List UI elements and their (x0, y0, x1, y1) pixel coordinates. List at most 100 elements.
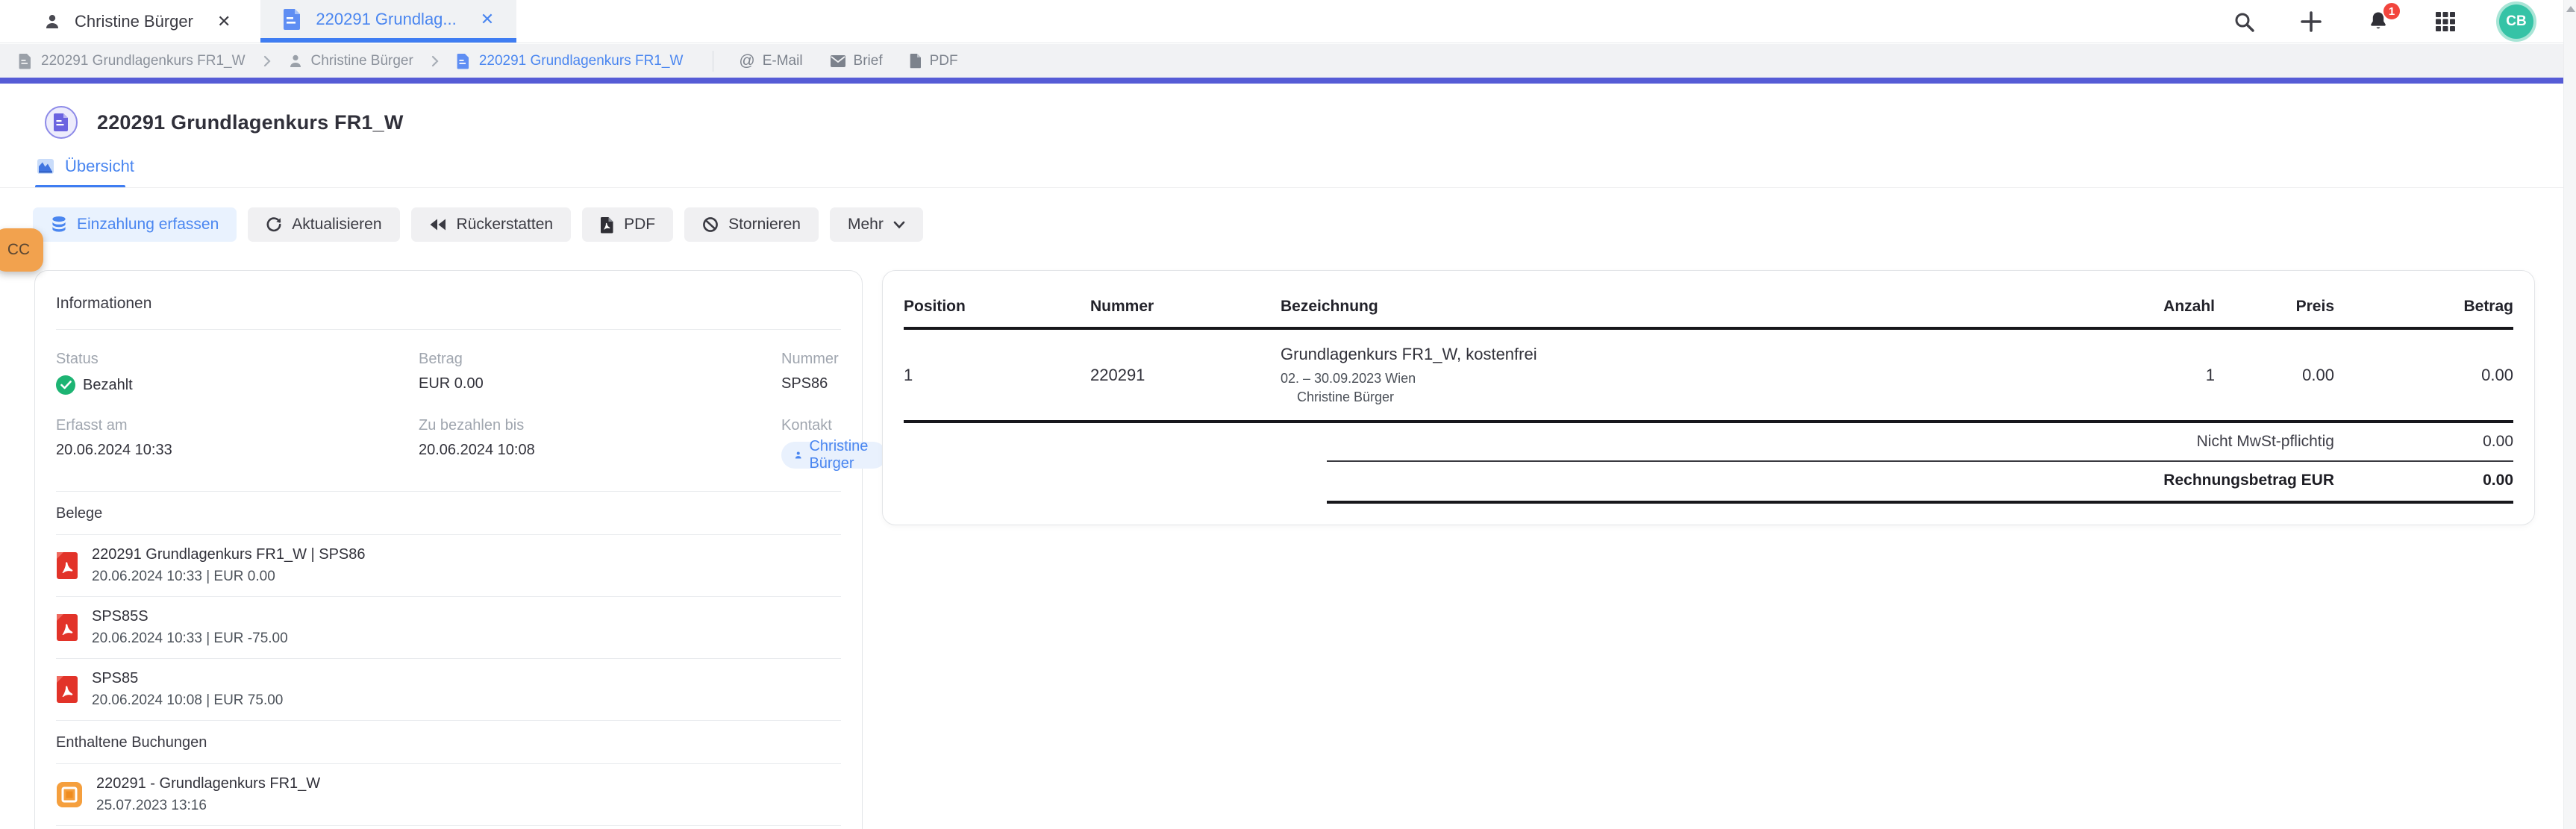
invoice-summary: Nicht MwSt-pflichtig 0.00 Rechnungsbetra… (1327, 423, 2513, 504)
user-avatar[interactable]: CB (2499, 4, 2533, 39)
beleg-item[interactable]: SPS85S 20.06.2024 10:33 | EUR -75.00 (56, 597, 841, 659)
pdf-file-icon (56, 551, 78, 580)
bezeichnung-participant: Christine Bürger (1281, 390, 2081, 405)
field-zu-bezahlen-bis: Zu bezahlen bis 20.06.2024 10:08 (419, 417, 781, 469)
document-icon (457, 53, 470, 69)
header-nummer: Nummer (1090, 286, 1281, 328)
email-action[interactable]: @ E-Mail (739, 52, 802, 70)
email-action-label: E-Mail (763, 53, 803, 69)
divider (56, 491, 841, 492)
kontakt-chip-label: Christine Bürger (809, 438, 872, 472)
summary-row-total: Rechnungsbetrag EUR 0.00 (1327, 462, 2513, 499)
mehr-button[interactable]: Mehr (830, 207, 923, 242)
pdf-action-label: PDF (930, 53, 958, 69)
beleg-title: 220291 Grundlagenkurs FR1_W | SPS86 (92, 546, 366, 563)
tab-uebersicht[interactable]: Übersicht (37, 157, 134, 176)
field-label: Betrag (419, 351, 781, 368)
search-icon[interactable] (2230, 8, 2257, 35)
field-label: Status (56, 351, 419, 368)
breadcrumb-label: 220291 Grundlagenkurs FR1_W (479, 53, 684, 69)
divider (56, 329, 841, 330)
view-tab-bar: Übersicht (0, 157, 2563, 188)
scroll-up-arrow-icon[interactable] (2566, 6, 2575, 12)
pdf-icon (910, 53, 922, 69)
summary-row-tax: Nicht MwSt-pflichtig 0.00 (1327, 423, 2513, 460)
beleg-title: SPS85S (92, 608, 288, 625)
field-nummer: Nummer SPS86 (781, 351, 887, 395)
app-window: Christine Bürger ✕ 220291 Grundlag... ✕ … (0, 0, 2576, 829)
cell-preis: 0.00 (2215, 328, 2334, 422)
window-tab-course[interactable]: 220291 Grundlag... ✕ (260, 0, 516, 43)
topbar-actions: 1 CB (2230, 0, 2533, 43)
document-icon (283, 8, 302, 31)
breadcrumb-item-course[interactable]: 220291 Grundlagenkurs FR1_W (19, 53, 246, 69)
field-label: Kontakt (781, 417, 887, 434)
header-preis: Preis (2215, 286, 2334, 328)
header-betrag: Betrag (2334, 286, 2513, 328)
button-label: Einzahlung erfassen (77, 216, 219, 234)
field-label: Nummer (781, 351, 887, 368)
cell-betrag: 0.00 (2334, 328, 2513, 422)
refresh-icon (266, 216, 282, 233)
informationen-card: Informationen Status Bezahlt Betrag (34, 270, 863, 829)
coins-icon (51, 216, 67, 234)
apps-grid-icon[interactable] (2432, 8, 2459, 35)
page-header: 220291 Grundlagenkurs FR1_W (45, 106, 2563, 139)
einzahlung-erfassen-button[interactable]: Einzahlung erfassen (33, 207, 237, 242)
beleg-item[interactable]: 220291 Grundlagenkurs FR1_W | SPS86 20.0… (56, 535, 841, 597)
invoice-table-card: Position Nummer Bezeichnung Anzahl Preis… (882, 270, 2535, 525)
person-icon (795, 448, 801, 462)
cell-bezeichnung: Grundlagenkurs FR1_W, kostenfrei 02. – 3… (1281, 328, 2081, 422)
button-label: Aktualisieren (292, 216, 381, 234)
kontakt-chip[interactable]: Christine Bürger (781, 442, 887, 469)
tab-label: Übersicht (65, 157, 134, 176)
stornieren-button[interactable]: Stornieren (684, 207, 819, 242)
cell-position: 1 (904, 328, 1090, 422)
beleg-subtitle: 20.06.2024 10:08 | EUR 75.00 (92, 692, 283, 709)
invoice-table: Position Nummer Bezeichnung Anzahl Preis… (904, 286, 2513, 423)
pdf-button[interactable]: PDF (582, 207, 673, 242)
main-content: 220291 Grundlagenkurs FR1_W Übersicht Ei… (0, 84, 2563, 829)
window-tab-label: Christine Bürger (75, 12, 193, 31)
person-icon (43, 13, 61, 31)
card-title: Informationen (56, 295, 841, 313)
buchung-title: 220291 - Grundlagenkurs FR1_W (96, 775, 320, 792)
header-anzahl: Anzahl (2081, 286, 2215, 328)
ban-icon (702, 216, 719, 233)
top-tab-bar: Christine Bürger ✕ 220291 Grundlag... ✕ … (0, 0, 2563, 43)
beleg-item[interactable]: SPS85 20.06.2024 10:08 | EUR 75.00 (56, 659, 841, 721)
button-label: Rückerstatten (457, 216, 554, 234)
beleg-subtitle: 20.06.2024 10:33 | EUR -75.00 (92, 631, 288, 647)
pdf-action[interactable]: PDF (910, 53, 958, 69)
button-label: Mehr (848, 216, 884, 234)
letter-action-label: Brief (854, 53, 883, 69)
pdf-file-icon (600, 216, 614, 234)
chart-icon (37, 157, 54, 175)
invoice-document-icon (45, 106, 78, 139)
add-icon[interactable] (2298, 8, 2325, 35)
tab-baseline (0, 187, 2563, 188)
header-bezeichnung: Bezeichnung (1281, 286, 2081, 328)
aktualisieren-button[interactable]: Aktualisieren (248, 207, 399, 242)
buchung-item[interactable]: 220291 - Grundlagenkurs FR1_W 25.07.2023… (56, 764, 841, 826)
window-tab-contact[interactable]: Christine Bürger ✕ (21, 0, 253, 43)
close-icon[interactable]: ✕ (481, 10, 494, 29)
cc-side-badge[interactable]: CC (0, 228, 43, 272)
page-title: 220291 Grundlagenkurs FR1_W (97, 111, 404, 134)
pdf-file-icon (56, 675, 78, 704)
bezeichnung-title: Grundlagenkurs FR1_W, kostenfrei (1281, 345, 2081, 364)
booking-icon (56, 781, 83, 808)
nummer-value: SPS86 (781, 375, 887, 392)
letter-action[interactable]: Brief (830, 53, 883, 69)
rueckerstatten-button[interactable]: Rückerstatten (411, 207, 572, 242)
breadcrumb-item-current[interactable]: 220291 Grundlagenkurs FR1_W (457, 53, 684, 69)
table-row: 1 220291 Grundlagenkurs FR1_W, kostenfre… (904, 328, 2513, 422)
chevron-right-icon (430, 54, 440, 68)
breadcrumb-item-contact[interactable]: Christine Bürger (289, 53, 413, 69)
window-tab-label: 220291 Grundlag... (316, 10, 456, 29)
betrag-value: EUR 0.00 (419, 375, 781, 392)
vertical-scrollbar[interactable] (2563, 0, 2576, 829)
notifications-bell-icon[interactable]: 1 (2365, 8, 2392, 35)
close-icon[interactable]: ✕ (217, 12, 231, 31)
header-position: Position (904, 286, 1090, 328)
